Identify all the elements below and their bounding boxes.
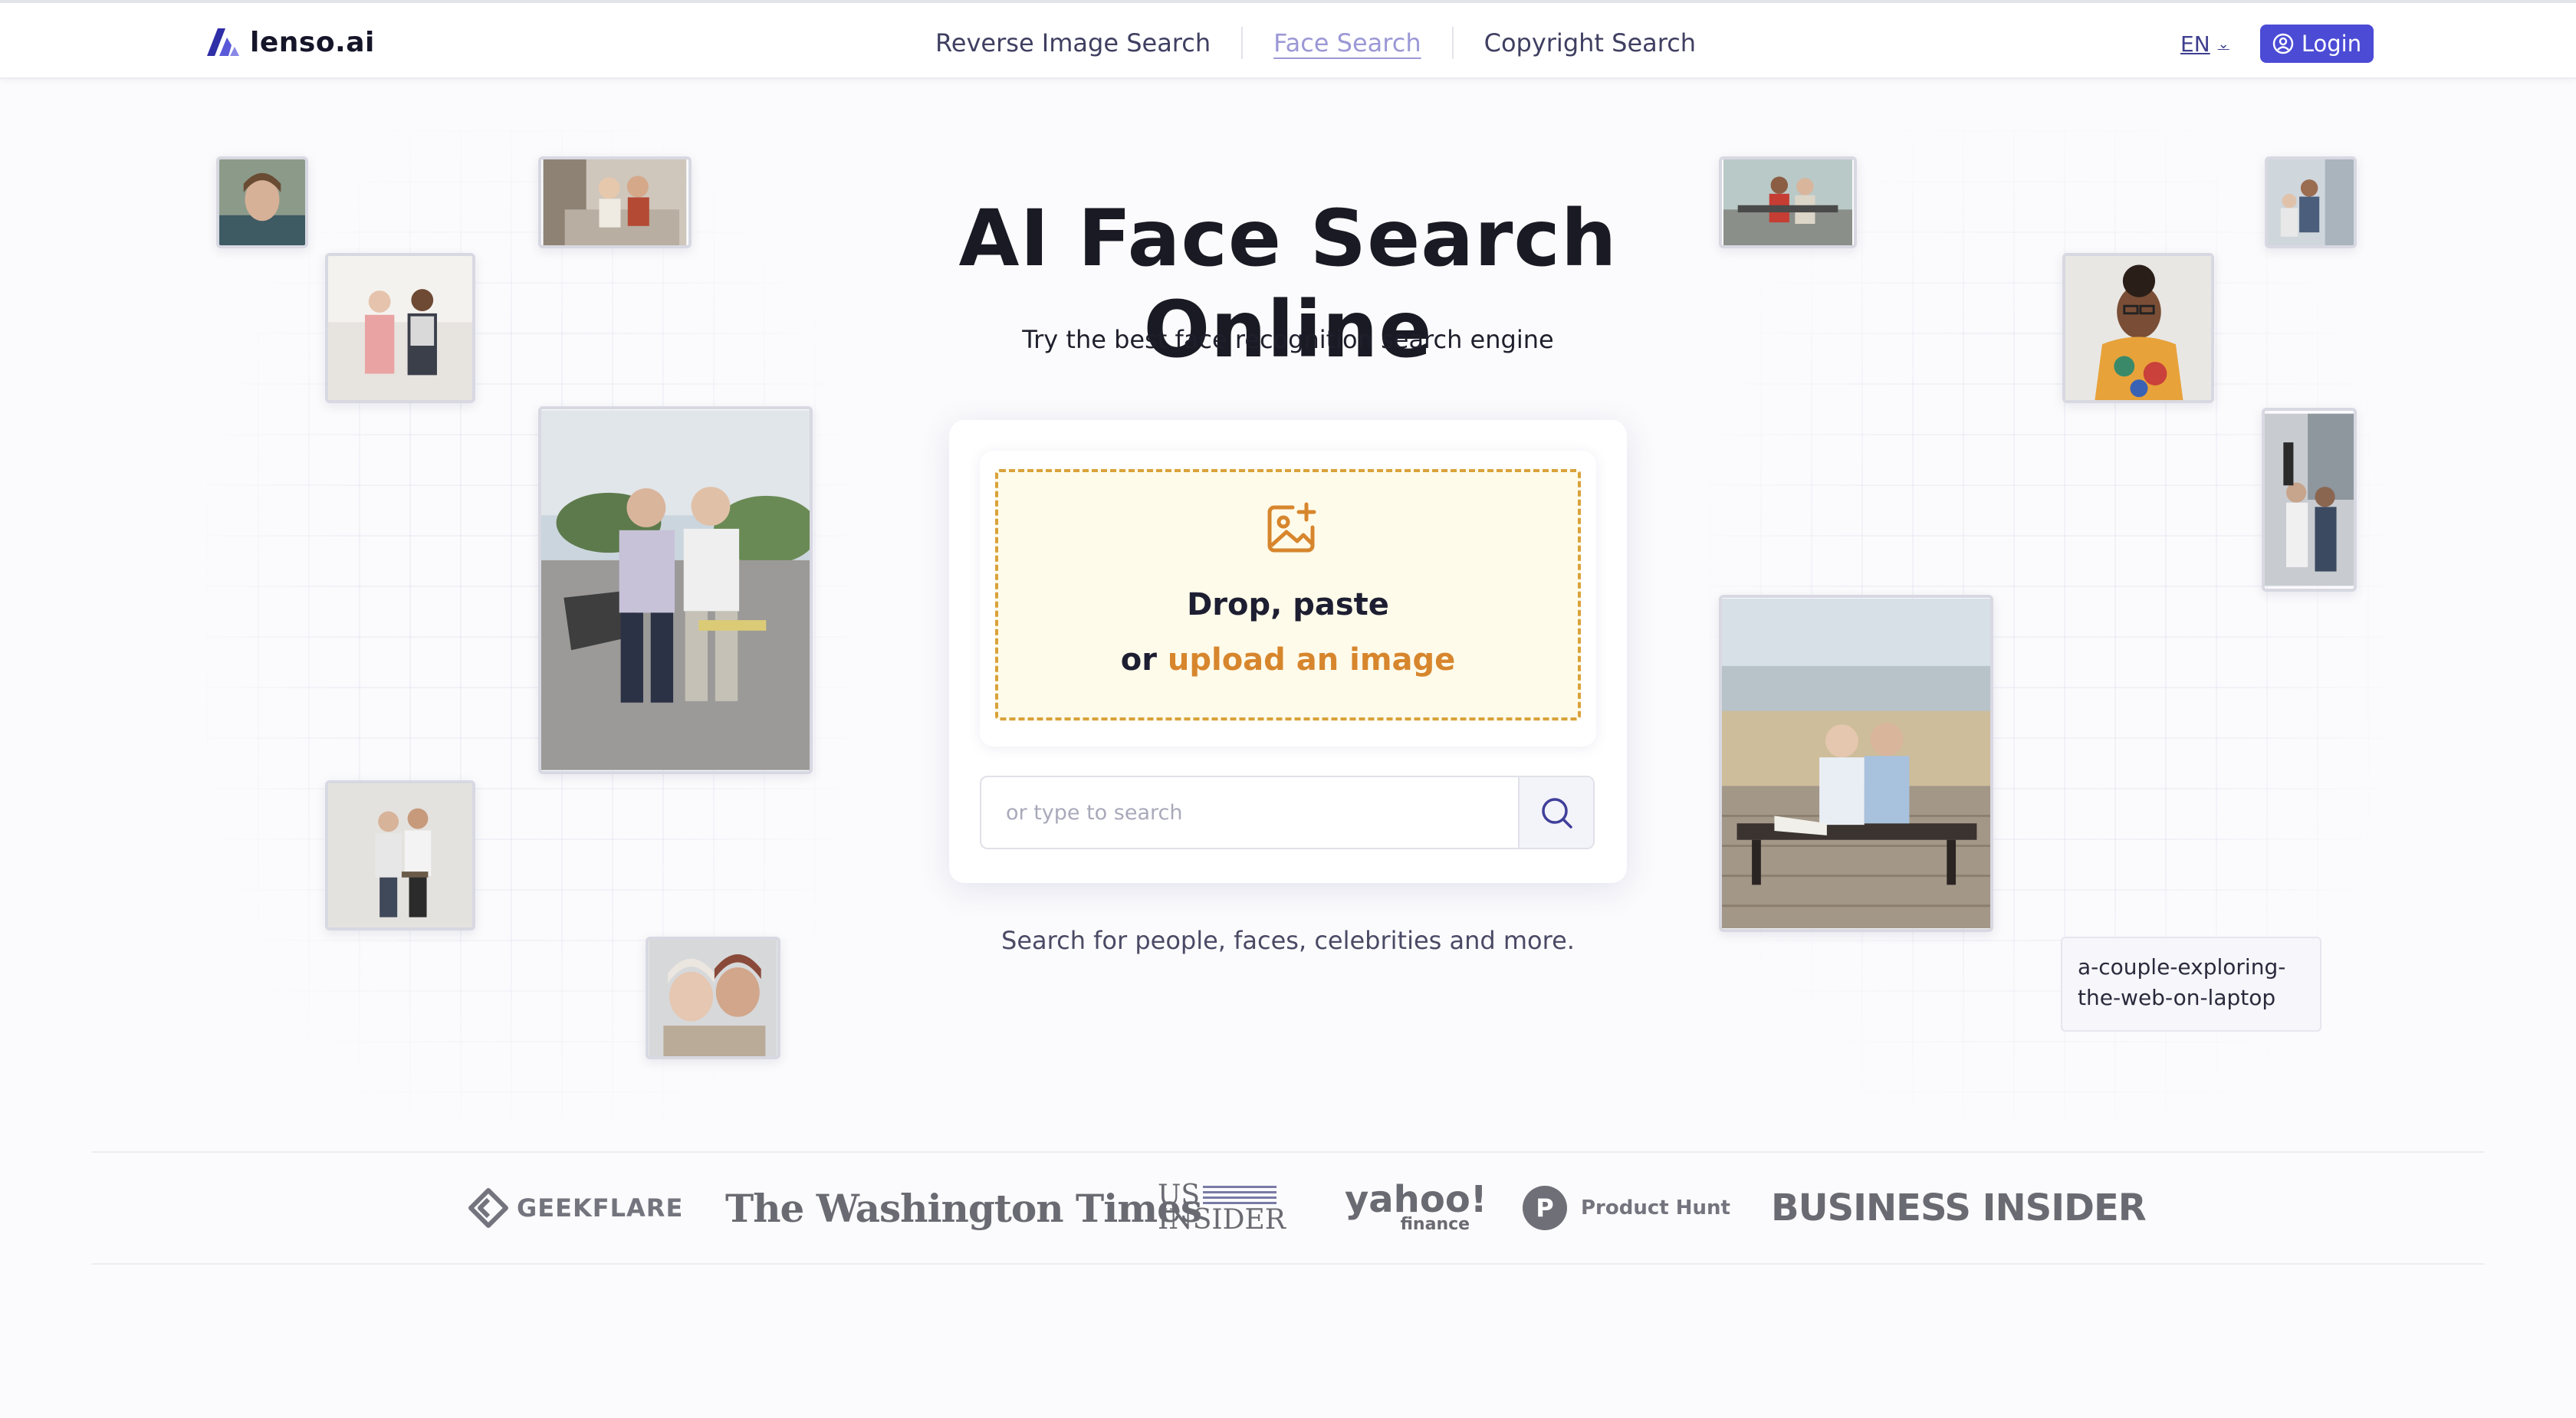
language-label: EN (2180, 31, 2210, 57)
gallery-photo[interactable] (2265, 156, 2357, 248)
business-insider-logo: BUSINESS INSIDER (1771, 1187, 2147, 1229)
press-logos-bar: GEEKFLARE The Washington Times US INSIDE… (92, 1151, 2484, 1265)
upload-card: Drop, paste or upload an image (949, 420, 1627, 883)
boardwalk-friends-image (1722, 598, 1990, 929)
gallery-photo[interactable] (646, 937, 780, 1059)
image-caption-card: a-couple-exploring-the-web-on-laptop (2061, 937, 2321, 1032)
two-friends-image (328, 256, 472, 400)
top-header: lenso.ai Reverse Image Search Face Searc… (0, 0, 2576, 79)
user-circle-icon (2272, 33, 2294, 54)
couple-on-couch-image (543, 159, 687, 245)
chevron-down-icon: ⌄ (2217, 35, 2229, 52)
portrait-image (219, 159, 305, 245)
gallery-photo[interactable] (2062, 253, 2214, 403)
gallery-photo[interactable] (538, 406, 813, 774)
us-insider-bottom-text: INSIDER (1158, 1204, 1286, 1236)
search-input[interactable] (981, 777, 1518, 848)
image-plus-icon (1267, 502, 1316, 553)
page-subtitle: Try the best face recognition search eng… (1022, 325, 1554, 354)
drop-instruction-upload: or upload an image (998, 642, 1578, 678)
gallery-photo[interactable] (2262, 408, 2357, 592)
login-label: Login (2301, 31, 2362, 57)
nav-face-search[interactable]: Face Search (1243, 25, 1451, 61)
product-hunt-logo: P Product Hunt (1523, 1153, 1730, 1263)
yahoo-finance-logo: yahoo! finance (1345, 1153, 1487, 1263)
woman-with-glasses-image (2065, 256, 2211, 400)
geekflare-mark-icon (468, 1188, 508, 1228)
skatepark-friends-image (541, 410, 810, 770)
nav-reverse-image-search[interactable]: Reverse Image Search (905, 25, 1241, 61)
product-hunt-icon: P (1523, 1186, 1567, 1230)
us-insider-logo: US INSIDER (1158, 1153, 1286, 1263)
geekflare-logo: GEEKFLARE (468, 1153, 683, 1263)
lenso-logo-icon (207, 28, 239, 56)
logo-text: lenso.ai (250, 26, 375, 58)
main-nav: Reverse Image Search Face Search Copyrig… (905, 25, 1727, 61)
image-dropzone[interactable]: Drop, paste or upload an image (995, 469, 1581, 720)
login-button[interactable]: Login (2260, 25, 2374, 63)
couple-selfie-street-image (2265, 413, 2354, 586)
yahoo-text: yahoo! (1345, 1178, 1487, 1221)
yahoo-finance-sub: finance (1400, 1215, 1470, 1234)
flag-stripes-icon (1203, 1186, 1277, 1206)
drop-or-text: or (1120, 642, 1157, 678)
gallery-photo[interactable] (1719, 595, 1993, 932)
gallery-photo[interactable] (325, 253, 475, 403)
product-hunt-text: Product Hunt (1581, 1196, 1730, 1219)
city-selfie-image (2268, 159, 2354, 245)
winter-couple-selfie-image (649, 940, 777, 1056)
upload-image-link[interactable]: upload an image (1168, 642, 1455, 678)
dropzone-wrapper: Drop, paste or upload an image (980, 451, 1596, 747)
geekflare-text: GEEKFLARE (517, 1193, 684, 1223)
logo[interactable]: lenso.ai (207, 23, 375, 61)
search-bar (980, 776, 1595, 849)
gallery-photo[interactable] (325, 780, 475, 931)
search-icon (1542, 798, 1572, 829)
drop-instruction: Drop, paste (1187, 587, 1389, 622)
washington-times-logo: The Washington Times (725, 1185, 1202, 1231)
search-button[interactable] (1518, 777, 1593, 848)
gallery-photo[interactable] (538, 156, 692, 248)
couple-with-stool-image (328, 783, 472, 927)
search-description: Search for people, faces, celebrities an… (1001, 926, 1575, 955)
language-selector[interactable]: EN ⌄ (2180, 26, 2229, 61)
nav-copyright-search[interactable]: Copyright Search (1454, 25, 1727, 61)
gallery-photo[interactable] (216, 156, 308, 248)
